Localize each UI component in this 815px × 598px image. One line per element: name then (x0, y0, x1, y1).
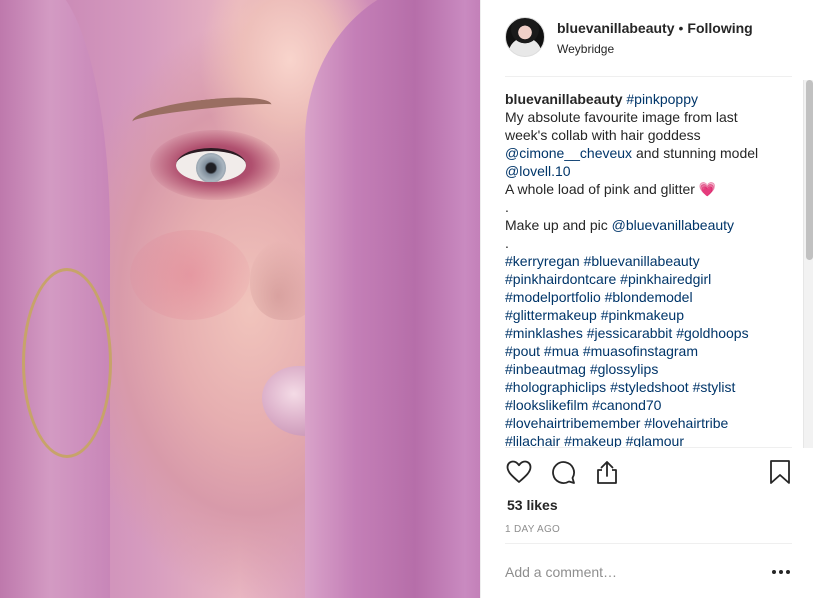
caption-link[interactable]: #pinkpoppy (626, 91, 698, 107)
caption-line: #lilachair #makeup #glamour (505, 432, 795, 448)
caption-line: #kerryregan #bluevanillabeauty (505, 252, 795, 270)
caption-line: @lovell.10 (505, 162, 795, 180)
caption-line: . (505, 234, 795, 252)
photo-hair-right (305, 0, 480, 598)
photo-cheek (130, 230, 250, 320)
post-header: bluevanillabeauty • Following Weybridge (481, 0, 815, 77)
photo-eye (176, 148, 246, 182)
post-photo[interactable] (0, 0, 480, 598)
comment-divider (505, 543, 792, 544)
header-username-line: bluevanillabeauty • Following (557, 20, 753, 36)
caption-text: bluevanillabeauty #pinkpoppy My absolute … (505, 90, 795, 448)
caption-text-span: week's collab with hair goddess (505, 127, 701, 143)
caption-link[interactable]: #modelportfolio #blondemodel (505, 289, 693, 305)
caption-link[interactable]: @bluevanillabeauty (612, 217, 734, 233)
separator-dot: • (678, 20, 684, 36)
caption-link[interactable]: #kerryregan #bluevanillabeauty (505, 253, 700, 269)
caption-line: #lookslikefilm #canond70 (505, 396, 795, 414)
share-upload-icon (597, 461, 617, 484)
save-button[interactable] (766, 458, 794, 486)
following-button[interactable]: Following (687, 20, 752, 36)
more-horizontal-icon (772, 570, 790, 574)
bookmark-icon (770, 460, 790, 484)
caption-link[interactable]: #inbeautmag #glossylips (505, 361, 658, 377)
heart-icon (506, 460, 532, 483)
photo-iris (196, 153, 226, 182)
comment-bubble-icon (552, 461, 575, 484)
post-details-panel: bluevanillabeauty • Following Weybridge bl… (480, 0, 815, 598)
caption-line: My absolute favourite image from last (505, 108, 795, 126)
header-username[interactable]: bluevanillabeauty (557, 20, 674, 36)
more-options-button[interactable] (769, 560, 793, 584)
caption-text-span: . (505, 235, 509, 251)
caption-line: #minklashes #jessicarabbit #goldhoops (505, 324, 795, 342)
caption-link[interactable]: #holographiclips #styledshoot #stylist (505, 379, 735, 395)
caption-line: Make up and pic @bluevanillabeauty (505, 216, 795, 234)
caption-line: #inbeautmag #glossylips (505, 360, 795, 378)
caption-line: week's collab with hair goddess (505, 126, 795, 144)
like-button[interactable] (505, 458, 533, 486)
location-link[interactable]: Weybridge (557, 42, 614, 56)
comment-input[interactable] (505, 560, 755, 584)
caption-link[interactable]: #pinkhairdontcare #pinkhairedgirl (505, 271, 711, 287)
caption-line: . (505, 198, 795, 216)
caption-line: #glittermakeup #pinkmakeup (505, 306, 795, 324)
caption-link[interactable]: #lilachair #makeup #glamour (505, 433, 684, 448)
likes-count[interactable]: 53 likes (507, 497, 558, 513)
caption-line: #pinkhairdontcare #pinkhairedgirl (505, 270, 795, 288)
photo-hoop-earring (22, 268, 112, 458)
caption-scrollbar[interactable] (803, 80, 813, 448)
comment-button[interactable] (549, 458, 577, 486)
caption-line: #modelportfolio #blondemodel (505, 288, 795, 306)
caption-link[interactable]: #minklashes #jessicarabbit #goldhoops (505, 325, 749, 341)
caption-text-span: . (505, 199, 509, 215)
caption-line: #pout #mua #muasofinstagram (505, 342, 795, 360)
share-button[interactable] (593, 458, 621, 486)
caption-text-span: Make up and pic (505, 217, 612, 233)
caption-text-span: My absolute favourite image from last (505, 109, 738, 125)
caption-text-span: and stunning model (632, 145, 759, 161)
caption-link[interactable]: #lookslikefilm #canond70 (505, 397, 661, 413)
caption-scroll-area[interactable]: bluevanillabeauty #pinkpoppy My absolute … (481, 78, 815, 448)
caption-link[interactable]: #lovehairtribemember #lovehairtribe (505, 415, 728, 431)
caption-link[interactable]: #glittermakeup #pinkmakeup (505, 307, 684, 323)
caption-link[interactable]: #pout #mua #muasofinstagram (505, 343, 698, 359)
caption-username[interactable]: bluevanillabeauty (505, 91, 622, 107)
caption-text-span: A whole load of pink and glitter 💗 (505, 181, 717, 197)
header-divider (505, 76, 792, 77)
post-timestamp[interactable]: 1 DAY AGO (505, 524, 560, 535)
caption-line: A whole load of pink and glitter 💗 (505, 180, 795, 198)
caption-line: #holographiclips #styledshoot #stylist (505, 378, 795, 396)
caption-link[interactable]: @lovell.10 (505, 163, 571, 179)
action-bar (481, 448, 815, 496)
caption-line: #lovehairtribemember #lovehairtribe (505, 414, 795, 432)
caption-line: @cimone__cheveux and stunning model (505, 144, 795, 162)
caption-link[interactable]: @cimone__cheveux (505, 145, 632, 161)
scrollbar-thumb[interactable] (806, 80, 813, 260)
caption-line: bluevanillabeauty #pinkpoppy (505, 90, 795, 108)
avatar[interactable] (505, 17, 545, 57)
